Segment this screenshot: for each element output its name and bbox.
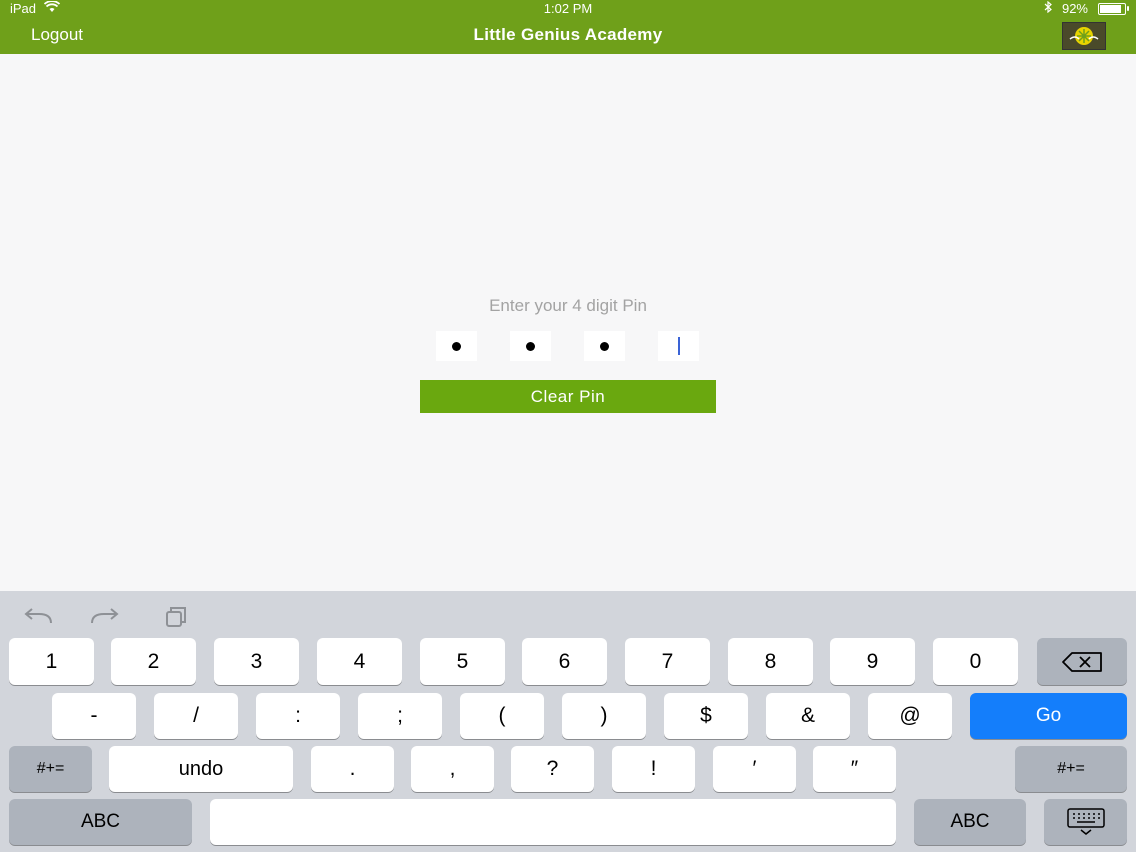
key-9[interactable]: 9 [830, 638, 915, 685]
key-prime[interactable]: ′ [713, 746, 796, 792]
pin-digit-1[interactable] [436, 331, 477, 361]
pin-dot [452, 341, 461, 351]
key-5[interactable]: 5 [420, 638, 505, 685]
key-question[interactable]: ? [511, 746, 594, 792]
pin-digit-2[interactable] [510, 331, 551, 361]
key-ampersand[interactable]: & [766, 693, 850, 739]
key-exclamation[interactable]: ! [612, 746, 695, 792]
redo-icon[interactable] [88, 605, 122, 629]
abc-key-left[interactable]: ABC [9, 799, 192, 845]
key-6[interactable]: 6 [522, 638, 607, 685]
pin-dot [526, 341, 535, 351]
key-4[interactable]: 4 [317, 638, 402, 685]
battery-icon [1098, 2, 1129, 15]
key-dash[interactable]: - [52, 693, 136, 739]
paste-icon[interactable] [157, 605, 191, 629]
key-0[interactable]: 0 [933, 638, 1018, 685]
pin-input-group [436, 331, 699, 361]
clear-pin-button[interactable]: Clear Pin [420, 380, 716, 413]
go-key[interactable]: Go [970, 693, 1127, 739]
key-dollar[interactable]: $ [664, 693, 748, 739]
key-8[interactable]: 8 [728, 638, 813, 685]
key-1[interactable]: 1 [9, 638, 94, 685]
key-2[interactable]: 2 [111, 638, 196, 685]
academy-logo-icon [1062, 22, 1106, 50]
key-slash[interactable]: / [154, 693, 238, 739]
space-key[interactable] [210, 799, 896, 845]
key-period[interactable]: . [311, 746, 394, 792]
logout-button[interactable]: Logout [31, 25, 83, 45]
pin-digit-3[interactable] [584, 331, 625, 361]
key-semicolon[interactable]: ; [358, 693, 442, 739]
key-7[interactable]: 7 [625, 638, 710, 685]
keyboard: 1 2 3 4 5 6 7 8 9 0 - / : ; ( ) $ & @ Go… [0, 591, 1136, 852]
pin-dot [600, 341, 609, 351]
key-3[interactable]: 3 [214, 638, 299, 685]
symbols-key-right[interactable]: #+= [1015, 746, 1127, 792]
keyboard-hide-icon [1066, 808, 1105, 835]
key-double-prime[interactable]: ″ [813, 746, 896, 792]
backspace-icon [1062, 651, 1102, 672]
bluetooth-icon [1044, 0, 1052, 16]
key-comma[interactable]: , [411, 746, 494, 792]
status-bar: iPad 1:02 PM 92% [0, 0, 1136, 18]
symbols-key-left[interactable]: #+= [9, 746, 92, 792]
abc-key-right[interactable]: ABC [914, 799, 1026, 845]
key-colon[interactable]: : [256, 693, 340, 739]
undo-key[interactable]: undo [109, 746, 293, 792]
text-cursor [677, 337, 680, 355]
delete-key[interactable] [1037, 638, 1127, 685]
status-time: 1:02 PM [543, 1, 593, 16]
key-at[interactable]: @ [868, 693, 952, 739]
pin-digit-4[interactable] [658, 331, 699, 361]
battery-percent: 92% [1061, 1, 1088, 16]
key-open-paren[interactable]: ( [460, 693, 544, 739]
dismiss-keyboard-key[interactable] [1044, 799, 1127, 845]
page-title: Little Genius Academy [473, 25, 663, 44]
nav-bar: Logout Little Genius Academy [0, 18, 1136, 54]
undo-icon[interactable] [21, 605, 55, 629]
pin-prompt: Enter your 4 digit Pin [489, 296, 647, 315]
key-close-paren[interactable]: ) [562, 693, 646, 739]
